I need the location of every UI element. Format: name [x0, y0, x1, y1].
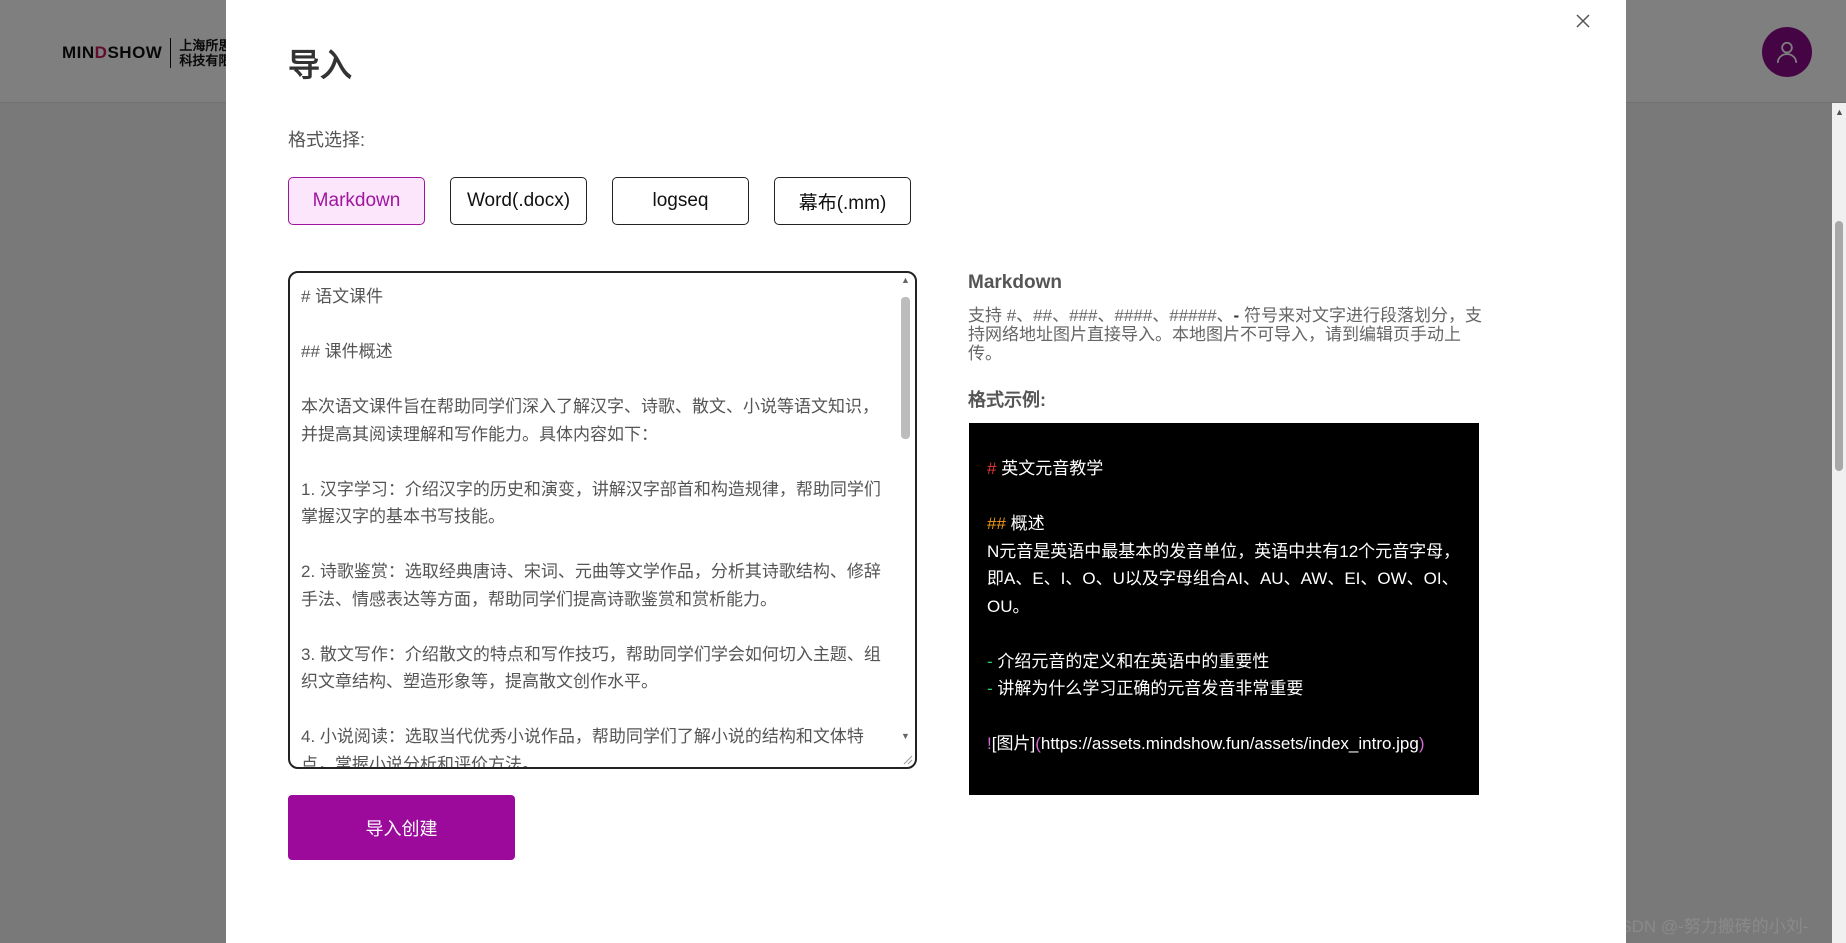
example-paragraph: N元音是英语中最基本的发音单位，英语中共有12个元音字母，即A、E、I、O、U以… [987, 541, 1461, 616]
format-select-label: 格式选择: [288, 130, 366, 150]
example-list-item: - 介绍元音的定义和在英语中的重要性 [987, 651, 1270, 671]
scroll-down-arrow-icon[interactable]: ▼ [901, 731, 910, 741]
example-blank [987, 703, 1461, 731]
modal-title: 导入 [288, 47, 353, 83]
editor-line: 1. 汉字学习：介绍汉字的历史和演变，讲解汉字部首和构造规律，帮助同学们掌握汉字… [301, 479, 881, 527]
scroll-up-arrow-icon[interactable]: ▲ [1835, 107, 1844, 117]
format-word-button[interactable]: Word(.docx) [450, 177, 587, 225]
textarea-content[interactable]: # 语文课件 ## 课件概述 本次语文课件旨在帮助同学们深入了解汉字、诗歌、散文… [301, 283, 891, 769]
scroll-up-arrow-icon[interactable]: ▲ [901, 275, 910, 285]
example-h2: ## 概述 [987, 514, 1045, 533]
textarea-scrollbar-thumb[interactable] [901, 297, 910, 439]
format-options: Markdown Word(.docx) logseq 幕布(.mm) [288, 177, 911, 225]
close-icon [1576, 14, 1590, 28]
format-example-box: # 英文元音教学 ## 概述 N元音是英语中最基本的发音单位，英语中共有12个元… [969, 423, 1479, 795]
editor-line: 本次语文课件旨在帮助同学们深入了解汉字、诗歌、散文、小说等语文知识，并提高其阅读… [301, 397, 879, 444]
csdn-watermark: CSDN @-努力搬砖的小刘- [1608, 917, 1809, 936]
format-logseq-button[interactable]: logseq [612, 177, 749, 225]
example-h1: # 英文元音教学 [987, 459, 1104, 478]
import-create-button[interactable]: 导入创建 [288, 795, 515, 860]
editor-line: 3. 散文写作：介绍散文的特点和写作技巧，帮助同学们学会如何切入主题、组织文章结… [301, 644, 881, 692]
resize-grip-icon[interactable] [901, 753, 913, 765]
example-blank [987, 483, 1461, 511]
example-image: ![图片](https://assets.mindshow.fun/assets… [987, 734, 1425, 753]
example-list-item: - 讲解为什么学习正确的元音发音非常重要 [987, 679, 1304, 698]
example-blank [987, 620, 1461, 648]
editor-line: ## 课件概述 [301, 342, 393, 361]
close-button[interactable] [1568, 6, 1598, 36]
format-mubu-button[interactable]: 幕布(.mm) [774, 177, 911, 225]
textarea-scrollbar[interactable]: ▲ ▼ [897, 275, 913, 765]
format-help-title: Markdown [968, 272, 1062, 293]
format-markdown-button[interactable]: Markdown [288, 177, 425, 225]
editor-line: # 语文课件 [301, 287, 384, 306]
markdown-textarea[interactable]: # 语文课件 ## 课件概述 本次语文课件旨在帮助同学们深入了解汉字、诗歌、散文… [288, 271, 917, 769]
format-example-label: 格式示例: [968, 390, 1046, 410]
editor-line: 2. 诗歌鉴赏：选取经典唐诗、宋词、元曲等文学作品，分析其诗歌结构、修辞手法、情… [301, 562, 881, 609]
format-help-description: 支持 #、##、###、####、#####、- 符号来对文字进行段落划分，支持… [968, 306, 1482, 363]
page-scrollbar-thumb[interactable] [1835, 221, 1843, 471]
import-modal: 导入 格式选择: Markdown Word(.docx) logseq 幕布(… [226, 0, 1626, 943]
editor-line: 4. 小说阅读：选取当代优秀小说作品，帮助同学们了解小说的结构和文体特点，掌握小… [301, 727, 864, 769]
page-scrollbar[interactable]: ▲ [1832, 103, 1846, 943]
